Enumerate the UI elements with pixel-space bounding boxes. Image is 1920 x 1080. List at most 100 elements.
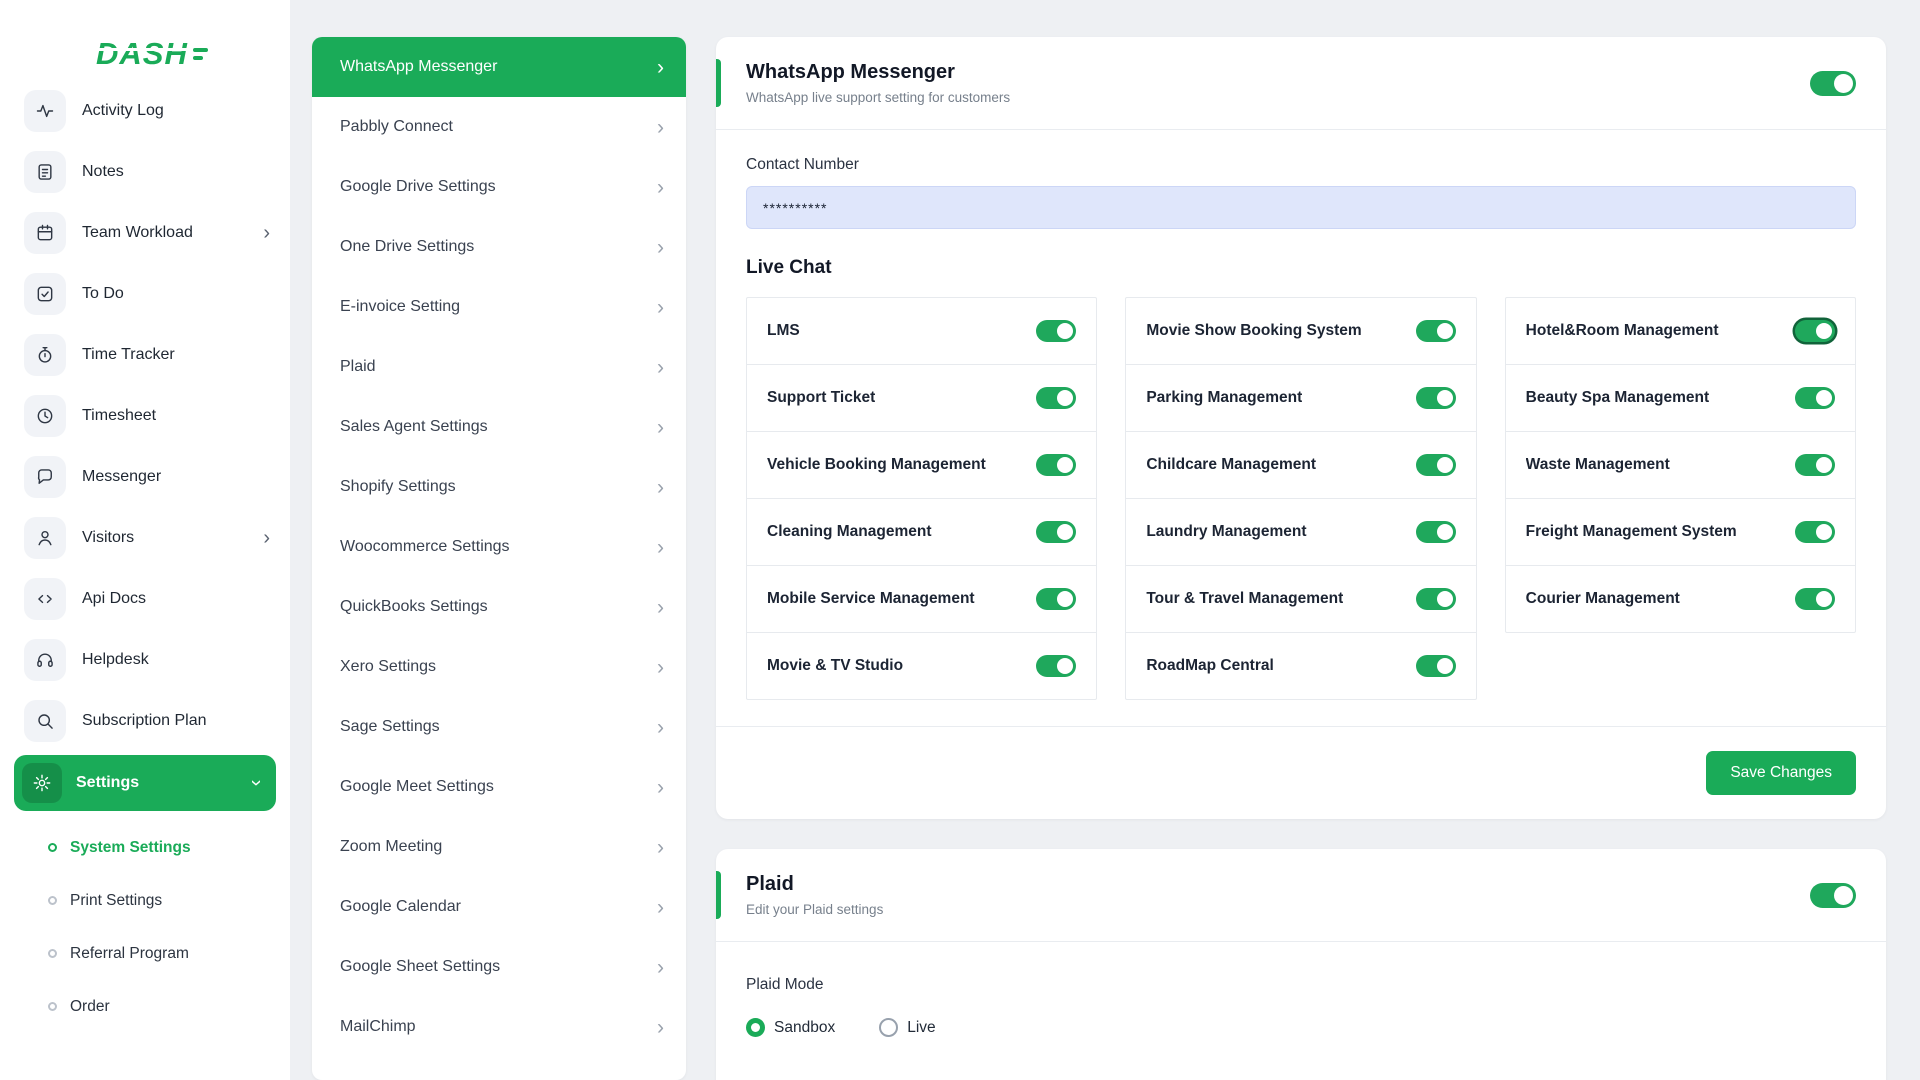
save-changes-button[interactable]: Save Changes [1706,751,1856,795]
sidebar-item-label: Team Workload [82,224,193,242]
bullet-icon [48,843,57,852]
lms-toggle[interactable] [1036,320,1076,342]
module-label: Hotel&Room Management [1526,322,1719,340]
parking-management-toggle[interactable] [1416,387,1456,409]
plaid-card: Plaid Edit your Plaid settings Plaid Mod… [716,849,1886,1080]
sidebar-item-to-do[interactable]: To Do [0,263,290,324]
magnifier-icon [24,700,66,742]
sidebar-item-visitors[interactable]: Visitors› [0,507,290,568]
cleaning-management-toggle[interactable] [1036,521,1076,543]
headset-icon [24,639,66,681]
movie-show-booking-system-toggle[interactable] [1416,320,1456,342]
chevron-right-icon: › [263,223,270,243]
courier-management-toggle[interactable] [1795,588,1835,610]
hotel-and-room-management-toggle[interactable] [1795,320,1835,342]
sidebar-item-timesheet[interactable]: Timesheet [0,385,290,446]
settings-nav-item-whatsapp-messenger[interactable]: WhatsApp Messenger› [312,37,686,97]
chevron-right-icon: › [657,897,664,918]
sidebar-item-messenger[interactable]: Messenger [0,446,290,507]
settings-nav-item-quickbooks-settings[interactable]: QuickBooks Settings › [312,577,686,637]
settings-nav-item-e-invoice-setting[interactable]: E-invoice Setting› [312,277,686,337]
module-row: LMS [747,298,1096,365]
submenu-item-system-settings[interactable]: System Settings [0,821,290,874]
settings-nav-item-google-sheet-settings[interactable]: Google Sheet Settings› [312,937,686,997]
plaid-mode-sandbox[interactable]: Sandbox [746,1018,835,1037]
settings-nav-item-plaid[interactable]: Plaid› [312,337,686,397]
module-row: Vehicle Booking Management [747,432,1096,499]
module-row: Tour & Travel Management [1126,566,1475,633]
sidebar-item-helpdesk[interactable]: Helpdesk [0,629,290,690]
sidebar-item-team-workload[interactable]: Team Workload › [0,202,290,263]
beauty-spa-management-toggle[interactable] [1795,387,1835,409]
sidebar-item-label: Visitors [82,529,134,547]
settings-nav-item-woocommerce-settings[interactable]: Woocommerce Settings› [312,517,686,577]
sidebar-item-activity-log[interactable]: Activity Log [0,80,290,141]
childcare-management-toggle[interactable] [1416,454,1456,476]
module-label: Beauty Spa Management [1526,389,1709,407]
settings-nav-item-label: Sales Agent Settings [340,418,488,436]
settings-nav-item-xero-settings[interactable]: Xero Settings › [312,637,686,697]
settings-nav-item-shopify-settings[interactable]: Shopify Settings› [312,457,686,517]
settings-nav-item-sales-agent-settings[interactable]: Sales Agent Settings › [312,397,686,457]
vehicle-booking-management-toggle[interactable] [1036,454,1076,476]
chevron-right-icon: › [657,777,664,798]
support-ticket-toggle[interactable] [1036,387,1076,409]
submenu-item-print-settings[interactable]: Print Settings [0,874,290,927]
sidebar-item-label: Settings [76,774,139,792]
chevron-right-icon: › [657,597,664,618]
laundry-management-toggle[interactable] [1416,521,1456,543]
chevron-right-icon: › [657,237,664,258]
module-label: LMS [767,322,800,340]
mobile-service-management-toggle[interactable] [1036,588,1076,610]
tour-and-travel-management-toggle[interactable] [1416,588,1456,610]
submenu-item-order[interactable]: Order [0,980,290,1033]
settings-nav-item-one-drive-settings[interactable]: One Drive Settings › [312,217,686,277]
roadmap-central-toggle[interactable] [1416,655,1456,677]
sidebar-item-time-tracker[interactable]: Time Tracker [0,324,290,385]
sidebar-item-settings[interactable]: Settings› [14,755,276,811]
module-row: Mobile Service Management [747,566,1096,633]
waste-management-toggle[interactable] [1795,454,1835,476]
settings-nav-item-google-drive-settings[interactable]: Google Drive Settings› [312,157,686,217]
movie-and-tv-studio-toggle[interactable] [1036,655,1076,677]
module-row: RoadMap Central [1126,633,1475,699]
settings-nav-item-google-meet-settings[interactable]: Google Meet Settings› [312,757,686,817]
settings-submenu: System SettingsPrint SettingsReferral Pr… [0,815,290,1033]
contact-number-label: Contact Number [746,156,1856,174]
chevron-right-icon: › [657,357,664,378]
plaid-enabled-toggle[interactable] [1810,883,1856,908]
bullet-icon [48,1002,57,1011]
settings-nav-item-sage-settings[interactable]: Sage Settings› [312,697,686,757]
module-row: Movie & TV Studio [747,633,1096,699]
module-column: Hotel&Room Management Beauty Spa Manageme… [1505,297,1856,633]
contact-number-input[interactable] [746,186,1856,229]
settings-nav-item-label: Shopify Settings [340,478,456,496]
settings-nav-item-label: QuickBooks Settings [340,598,488,616]
module-row: Courier Management [1506,566,1855,632]
logo-dashes-icon [193,48,208,60]
person-icon [24,517,66,559]
settings-nav-item-mailchimp[interactable]: MailChimp› [312,997,686,1057]
whatsapp-card-title: WhatsApp Messenger [746,61,1010,84]
chevron-right-icon: › [657,717,664,738]
sidebar-item-subscription-plan[interactable]: Subscription Plan [0,690,290,751]
chevron-right-icon: › [657,417,664,438]
settings-nav-item-label: One Drive Settings [340,238,474,256]
whatsapp-enabled-toggle[interactable] [1810,71,1856,96]
brand-logo[interactable]: DASH [0,0,290,78]
sidebar-item-notes[interactable]: Notes [0,141,290,202]
settings-nav-item-zoom-meeting[interactable]: Zoom Meeting› [312,817,686,877]
plaid-card-subtitle: Edit your Plaid settings [746,902,883,917]
chevron-right-icon: › [657,657,664,678]
module-label: Cleaning Management [767,523,932,541]
sidebar-item-api-docs[interactable]: Api Docs [0,568,290,629]
submenu-item-referral-program[interactable]: Referral Program [0,927,290,980]
settings-nav-item-label: Xero Settings [340,658,436,676]
settings-nav-item-google-calendar[interactable]: Google Calendar› [312,877,686,937]
module-row: Beauty Spa Management [1506,365,1855,432]
freight-management-system-toggle[interactable] [1795,521,1835,543]
settings-nav-item-pabbly-connect[interactable]: Pabbly Connect› [312,97,686,157]
whatsapp-card-body: Contact Number Live Chat LMSSupport Tick… [716,130,1886,726]
plaid-mode-live[interactable]: Live [879,1018,935,1037]
module-column: Movie Show Booking SystemParking Managem… [1125,297,1476,700]
